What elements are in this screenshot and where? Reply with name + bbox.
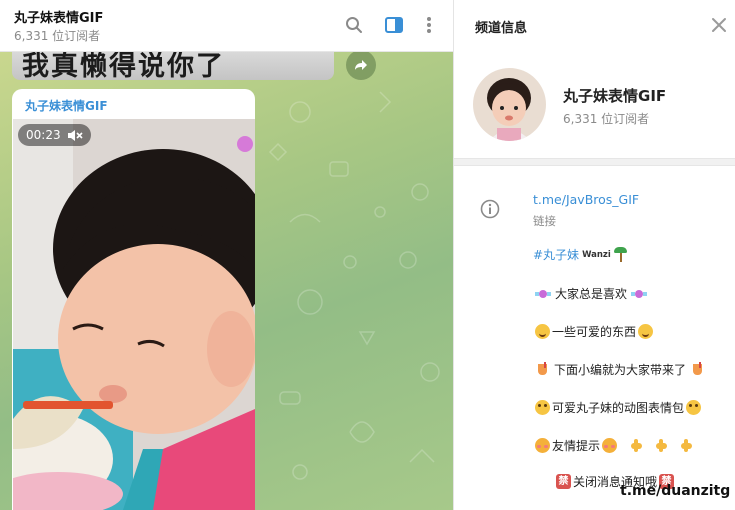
hearts-face-icon [602, 438, 618, 453]
rolling-eyes-face-icon [535, 400, 550, 415]
sidebar-toggle-icon[interactable] [383, 14, 405, 36]
smiling-face-icon [535, 324, 550, 339]
pointing-down-icon [629, 438, 644, 453]
close-icon[interactable] [709, 15, 729, 35]
forward-icon [355, 60, 367, 70]
description-line-4: 可爱丸子妹的动图表情包 [533, 399, 703, 416]
section-divider [454, 158, 735, 166]
search-icon[interactable] [343, 14, 365, 36]
gif-video[interactable]: 00:23 [13, 119, 255, 510]
channel-link-label: 链接 [533, 214, 556, 228]
previous-message-caption: 我真懒得说你了 [22, 52, 225, 80]
smiling-face-icon [638, 324, 654, 339]
chat-background: 我真懒得说你了 丸子妹表情GIF 00:23 [0, 52, 453, 510]
description-line-2: 一些可爱的东西 [533, 323, 655, 340]
muted-speaker-icon[interactable] [67, 129, 83, 142]
palm-tree-icon [613, 247, 628, 262]
pointing-down-icon [679, 438, 694, 453]
watermark-text: t.me/duanzitg [620, 483, 731, 499]
pointing-down-icon [654, 438, 669, 453]
channel-info-panel: 频道信息 丸子妹表情GIF 6,331 位订阅者 t.me/JavBros_GI… [453, 0, 735, 510]
message-author[interactable]: 丸子妹表情GIF [25, 97, 108, 114]
hashtag-suffix: Wanzi [582, 249, 611, 260]
hearts-face-icon [535, 438, 550, 453]
candy-icon [535, 286, 551, 301]
video-duration-badge[interactable]: 00:23 [18, 124, 91, 146]
description-text-5: 友情提示 [552, 439, 601, 453]
tropical-drink-icon [690, 362, 705, 377]
message-bubble[interactable]: 丸子妹表情GIF 00:23 [12, 89, 255, 510]
channel-link[interactable]: t.me/JavBros_GIF [533, 192, 639, 207]
description-text-1: 大家总是喜欢 [555, 287, 628, 301]
description-line-3: 下面小编就为大家带来了 [533, 361, 707, 378]
chat-header[interactable]: 丸子妹表情GIF 6,331 位订阅者 [0, 0, 453, 52]
channel-name: 丸子妹表情GIF [563, 87, 667, 105]
chat-title[interactable]: 丸子妹表情GIF [14, 7, 103, 26]
tropical-drink-icon [535, 362, 550, 377]
info-icon [480, 199, 500, 219]
description-text-2: 一些可爱的东西 [552, 325, 637, 339]
video-duration: 00:23 [26, 128, 61, 142]
chat-area: 丸子妹表情GIF 6,331 位订阅者 我真懒得说你了 丸子妹表情GIF 00:… [0, 0, 453, 510]
description-line-1: 大家总是喜欢 [533, 285, 649, 302]
panel-title: 频道信息 [475, 21, 528, 36]
candy-icon [631, 286, 648, 301]
channel-avatar[interactable] [473, 68, 546, 141]
description-line-hashtag: #丸子妹 Wanzi [533, 246, 630, 263]
chat-subscriber-count: 6,331 位订阅者 [14, 29, 101, 43]
description-line-5: 友情提示 [533, 437, 696, 454]
more-vertical-icon[interactable] [418, 14, 440, 36]
prohibited-icon: 禁 [556, 474, 571, 489]
description-text-4: 可爱丸子妹的动图表情包 [552, 401, 685, 415]
previous-message-media[interactable]: 我真懒得说你了 [12, 52, 334, 80]
video-frame [13, 119, 255, 510]
hashtag-link[interactable]: #丸子妹 [533, 246, 579, 263]
description-text-3: 下面小编就为大家带来了 [554, 363, 687, 377]
rolling-eyes-face-icon [686, 400, 702, 415]
channel-subscriber-count: 6,331 位订阅者 [563, 112, 650, 126]
